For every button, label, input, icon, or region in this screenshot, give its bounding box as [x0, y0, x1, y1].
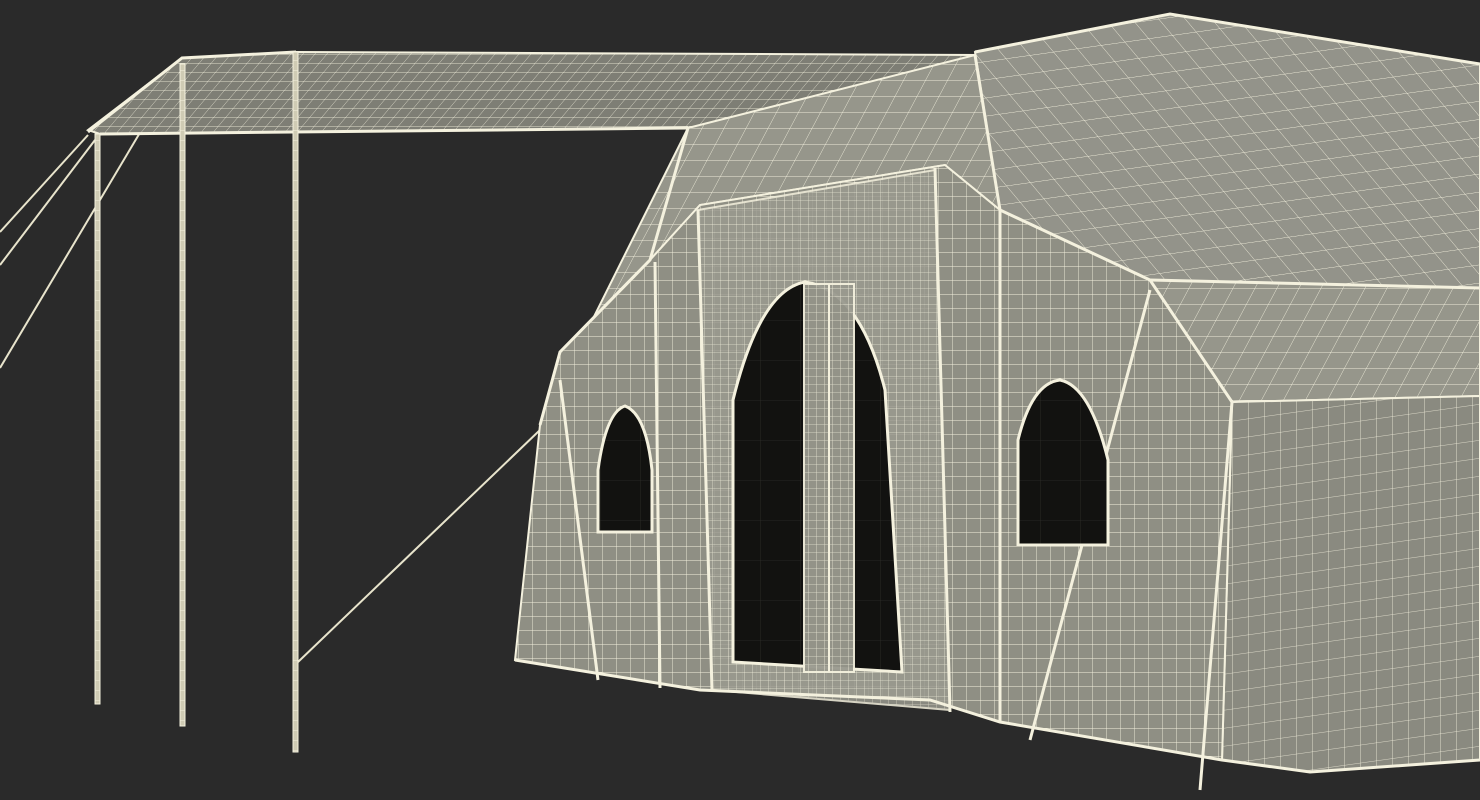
render-viewport: [0, 0, 1480, 800]
support-pole-2: [179, 63, 186, 727]
support-pole-1: [94, 133, 101, 705]
tent-wireframe-scene: [0, 12, 1480, 791]
tent-side-wall: [1220, 394, 1480, 774]
guy-ropes-left: [0, 61, 541, 663]
support-pole-3: [292, 51, 299, 753]
